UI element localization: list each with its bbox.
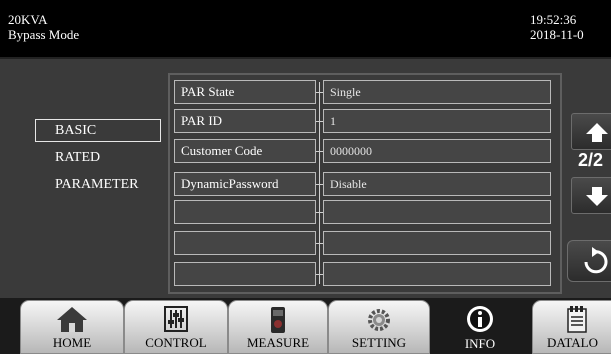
mode-label: Bypass Mode xyxy=(8,27,80,42)
tab-label: SETTING xyxy=(351,335,407,350)
sidebar-item-rated[interactable]: RATED xyxy=(55,150,100,166)
tab-control[interactable]: CONTROL xyxy=(124,300,228,354)
row-connector xyxy=(316,274,323,275)
row-label xyxy=(174,200,316,224)
gear-icon xyxy=(368,309,390,331)
sidebar-selection-frame xyxy=(35,119,161,142)
row-label: PAR ID xyxy=(174,109,316,133)
row-connector xyxy=(319,82,320,284)
row-connector xyxy=(316,243,323,244)
clock-time: 19:52:36 xyxy=(530,12,577,27)
row-value: Disable xyxy=(323,172,551,196)
header-divider xyxy=(0,57,611,59)
datalog-icon xyxy=(567,306,587,333)
sliders-icon xyxy=(164,306,188,332)
tab-info[interactable]: INFO xyxy=(430,300,530,354)
clock-date: 2018-11-0 xyxy=(530,27,584,42)
row-value xyxy=(323,200,551,224)
row-label: Customer Code xyxy=(174,139,316,163)
row-label xyxy=(174,262,316,286)
row-label xyxy=(174,231,316,255)
row-connector xyxy=(316,121,323,122)
tab-measure[interactable]: MEASURE xyxy=(228,300,328,354)
row-connector xyxy=(316,212,323,213)
arrow-down-icon xyxy=(586,187,608,206)
model-label: 20KVA xyxy=(8,12,48,27)
tab-label: DATALO xyxy=(547,335,598,350)
page-up-button[interactable] xyxy=(571,113,611,150)
page-indicator: 2/2 xyxy=(578,150,604,170)
arrow-up-icon xyxy=(586,123,608,142)
row-value xyxy=(323,231,551,255)
tab-datalog[interactable]: DATALO xyxy=(532,300,611,354)
ups-screen: 20KVA Bypass Mode 19:52:36 2018-11-0 BAS… xyxy=(0,0,611,354)
page-down-button[interactable] xyxy=(571,177,611,214)
row-label: DynamicPassword xyxy=(174,172,316,196)
tab-home[interactable]: HOME xyxy=(20,300,124,354)
row-label: PAR State xyxy=(174,80,316,104)
row-value: 0000000 xyxy=(323,139,551,163)
tab-label: INFO xyxy=(464,336,496,351)
row-value: Single xyxy=(323,80,551,104)
row-connector xyxy=(316,151,323,152)
home-icon xyxy=(57,307,87,332)
meter-icon xyxy=(271,307,285,333)
return-icon xyxy=(584,247,608,274)
tab-label: MEASURE xyxy=(246,335,310,350)
row-value: 1 xyxy=(323,109,551,133)
tab-setting[interactable]: SETTING xyxy=(328,300,430,354)
row-connector xyxy=(316,92,323,93)
info-icon xyxy=(467,306,493,332)
tab-label: HOME xyxy=(52,335,92,350)
sidebar-item-parameter[interactable]: PARAMETER xyxy=(55,177,139,193)
status-header: 20KVA Bypass Mode 19:52:36 2018-11-0 xyxy=(0,0,611,57)
row-connector xyxy=(316,184,323,185)
sidebar-item-basic[interactable]: BASIC xyxy=(55,123,96,139)
tab-label: CONTROL xyxy=(145,335,207,350)
back-button[interactable] xyxy=(567,240,611,282)
row-value xyxy=(323,262,551,286)
